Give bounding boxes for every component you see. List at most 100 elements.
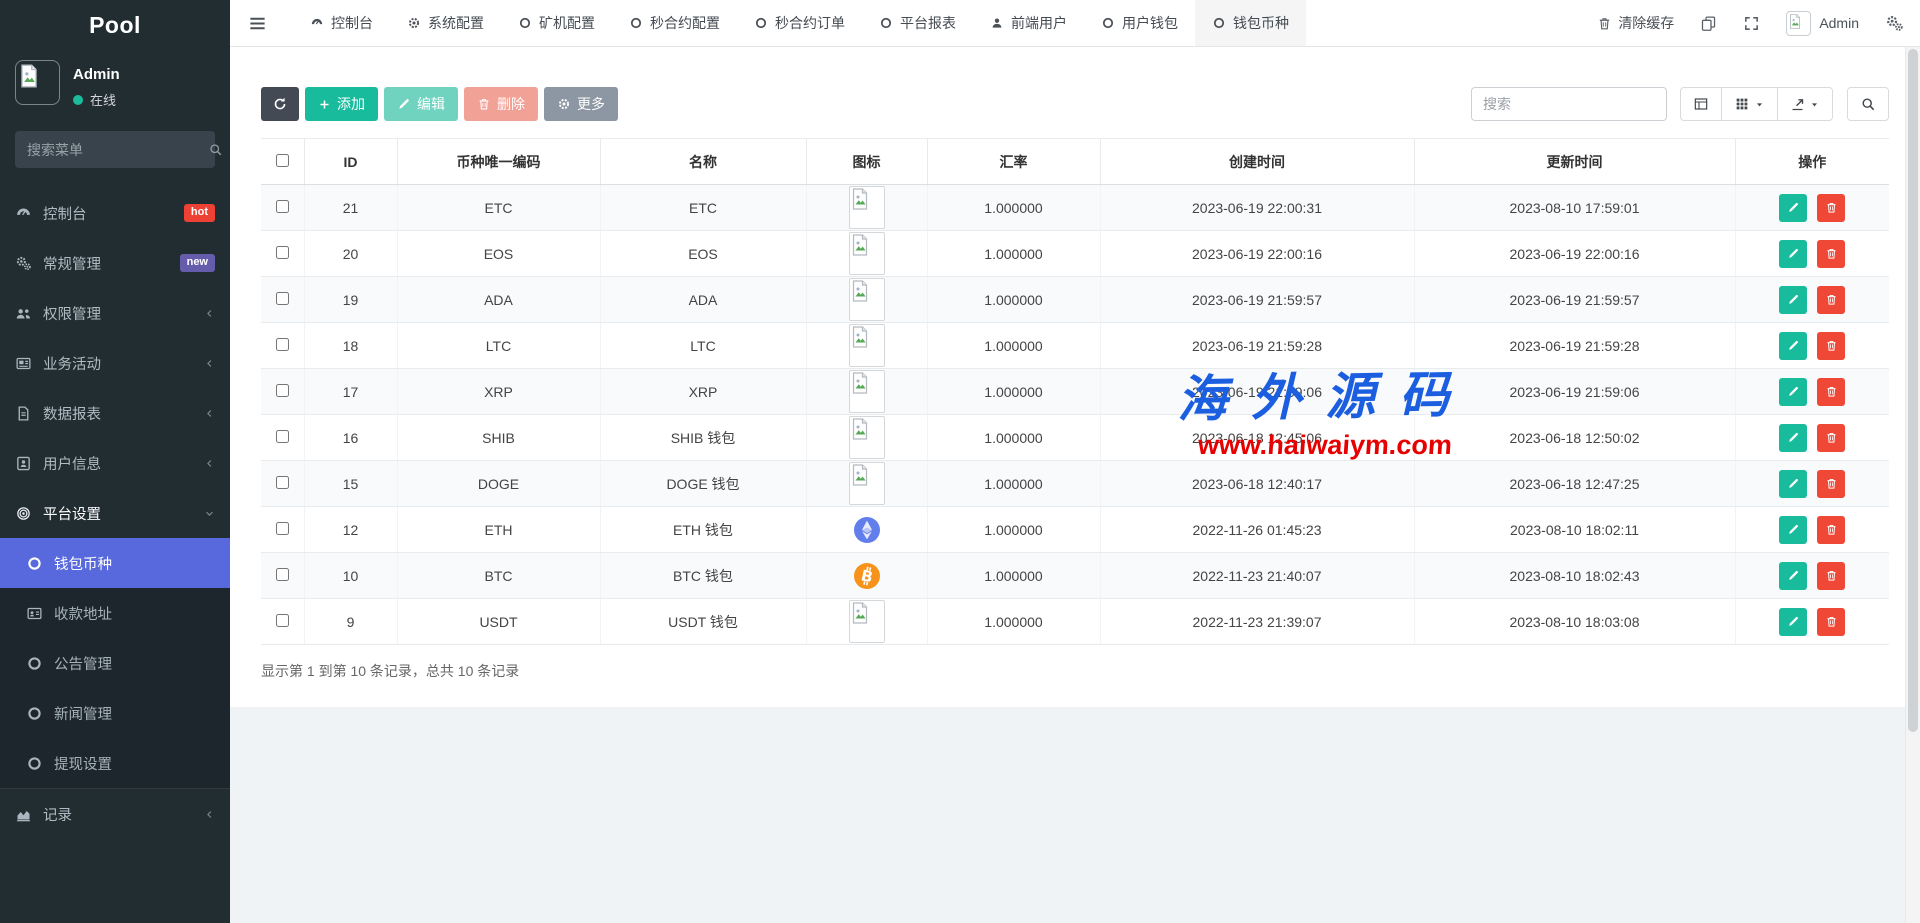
table-body: 21 ETC ETC 1.000000 2023-06-19 22:00:31 … bbox=[261, 185, 1889, 645]
columns-button[interactable] bbox=[1721, 87, 1778, 121]
delete-button[interactable] bbox=[1817, 332, 1845, 360]
list-item: 公告管理 bbox=[0, 638, 230, 688]
row-select-cell bbox=[261, 461, 304, 507]
row-checkbox[interactable] bbox=[276, 384, 289, 397]
edit-button[interactable] bbox=[1779, 562, 1807, 590]
edit-button[interactable]: 编辑 bbox=[384, 87, 458, 121]
sidebar-subitem-6-2[interactable]: 公告管理 bbox=[0, 638, 230, 688]
delete-button[interactable] bbox=[1817, 240, 1845, 268]
gauge-icon bbox=[15, 205, 32, 222]
menu-badge: new bbox=[180, 254, 215, 271]
row-checkbox[interactable] bbox=[276, 614, 289, 627]
cell-updated: 2023-08-10 18:03:08 bbox=[1414, 599, 1735, 645]
sidebar-item-0[interactable]: 控制台hot bbox=[0, 188, 230, 238]
edit-button[interactable] bbox=[1779, 240, 1807, 268]
row-checkbox[interactable] bbox=[276, 200, 289, 213]
vertical-scrollbar[interactable] bbox=[1905, 47, 1920, 923]
tab-5[interactable]: 平台报表 bbox=[862, 0, 973, 46]
cell-id: 20 bbox=[304, 231, 397, 277]
edit-button[interactable] bbox=[1779, 332, 1807, 360]
sidebar-subitem-6-4[interactable]: 提现设置 bbox=[0, 738, 230, 788]
cell-actions bbox=[1735, 553, 1889, 599]
edit-button[interactable] bbox=[1779, 378, 1807, 406]
refresh-button[interactable] bbox=[261, 87, 299, 121]
edit-button[interactable] bbox=[1779, 608, 1807, 636]
cell-code: BTC bbox=[397, 553, 600, 599]
sidebar-item-4[interactable]: 数据报表 bbox=[0, 388, 230, 438]
trash-icon bbox=[1825, 431, 1838, 444]
clear-cache-button[interactable]: 清除缓存 bbox=[1597, 13, 1674, 33]
sidebar-subitem-6-1[interactable]: 收款地址 bbox=[0, 588, 230, 638]
coin-image-placeholder bbox=[849, 232, 885, 275]
cell-actions bbox=[1735, 323, 1889, 369]
fullscreen-icon[interactable] bbox=[1743, 15, 1760, 32]
delete-button[interactable]: 删除 bbox=[464, 87, 538, 121]
sidebar-toggle-button[interactable] bbox=[230, 0, 285, 46]
cell-id: 9 bbox=[304, 599, 397, 645]
tab-label: 用户钱包 bbox=[1122, 13, 1178, 33]
edit-button[interactable] bbox=[1779, 470, 1807, 498]
table-search-input[interactable] bbox=[1471, 87, 1667, 121]
tab-7[interactable]: 用户钱包 bbox=[1084, 0, 1195, 46]
select-all-checkbox[interactable] bbox=[276, 154, 289, 167]
sidebar-search-input[interactable] bbox=[27, 142, 208, 158]
row-checkbox[interactable] bbox=[276, 338, 289, 351]
tab-8[interactable]: 钱包币种 bbox=[1195, 0, 1306, 46]
table-row: 9 USDT USDT 钱包 1.000000 2022-11-23 21:39… bbox=[261, 599, 1889, 645]
tab-0[interactable]: 控制台 bbox=[293, 0, 390, 46]
tab-3[interactable]: 秒合约配置 bbox=[612, 0, 737, 46]
edit-button[interactable] bbox=[1779, 424, 1807, 452]
sidebar-subitem-6-3[interactable]: 新闻管理 bbox=[0, 688, 230, 738]
table-row: 21 ETC ETC 1.000000 2023-06-19 22:00:31 … bbox=[261, 185, 1889, 231]
delete-button[interactable] bbox=[1817, 608, 1845, 636]
edit-button[interactable] bbox=[1779, 516, 1807, 544]
settings-gear-icon[interactable] bbox=[1885, 14, 1904, 33]
sidebar-item-5[interactable]: 用户信息 bbox=[0, 438, 230, 488]
btc-coin-icon bbox=[854, 563, 880, 589]
sidebar-item-6[interactable]: 平台设置 bbox=[0, 488, 230, 538]
row-checkbox[interactable] bbox=[276, 522, 289, 535]
sidebar-subitem-6-0[interactable]: 钱包币种 bbox=[0, 538, 230, 588]
delete-button[interactable] bbox=[1817, 378, 1845, 406]
tab-6[interactable]: 前端用户 bbox=[973, 0, 1084, 46]
tab-4[interactable]: 秒合约订单 bbox=[737, 0, 862, 46]
cell-name: DOGE 钱包 bbox=[600, 461, 806, 507]
cell-rate: 1.000000 bbox=[927, 185, 1100, 231]
delete-button[interactable] bbox=[1817, 516, 1845, 544]
cell-rate: 1.000000 bbox=[927, 277, 1100, 323]
tab-2[interactable]: 矿机配置 bbox=[501, 0, 612, 46]
cell-created: 2023-06-18 12:40:17 bbox=[1100, 461, 1414, 507]
add-button[interactable]: 添加 bbox=[305, 87, 378, 121]
sidebar-item-3[interactable]: 业务活动 bbox=[0, 338, 230, 388]
sidebar-item-2[interactable]: 权限管理 bbox=[0, 288, 230, 338]
delete-button[interactable] bbox=[1817, 562, 1845, 590]
edit-button[interactable] bbox=[1779, 194, 1807, 222]
export-button[interactable] bbox=[1777, 87, 1833, 121]
edit-button[interactable] bbox=[1779, 286, 1807, 314]
copy-icon[interactable] bbox=[1700, 15, 1717, 32]
row-checkbox[interactable] bbox=[276, 246, 289, 259]
delete-button[interactable] bbox=[1817, 286, 1845, 314]
pencil-icon bbox=[1787, 477, 1800, 490]
row-checkbox[interactable] bbox=[276, 292, 289, 305]
gear-icon bbox=[407, 16, 421, 30]
row-select-cell bbox=[261, 507, 304, 553]
sidebar: Pool Admin 在线 控制台hot 常规管理new 权限管理 bbox=[0, 0, 230, 923]
search-toggle-button[interactable] bbox=[1847, 87, 1889, 121]
sidebar-search bbox=[15, 131, 215, 168]
row-checkbox[interactable] bbox=[276, 430, 289, 443]
row-checkbox[interactable] bbox=[276, 568, 289, 581]
tab-1[interactable]: 系统配置 bbox=[390, 0, 501, 46]
sidebar-item-1[interactable]: 常规管理new bbox=[0, 238, 230, 288]
row-checkbox[interactable] bbox=[276, 476, 289, 489]
cell-actions bbox=[1735, 461, 1889, 507]
detail-view-button[interactable] bbox=[1680, 87, 1722, 121]
sidebar-item-7[interactable]: 记录 bbox=[0, 789, 230, 839]
delete-button[interactable] bbox=[1817, 424, 1845, 452]
scrollbar-thumb[interactable] bbox=[1908, 49, 1918, 732]
more-button[interactable]: 更多 bbox=[544, 87, 618, 121]
user-menu[interactable]: Admin bbox=[1786, 11, 1859, 36]
delete-button[interactable] bbox=[1817, 194, 1845, 222]
search-icon[interactable] bbox=[208, 142, 223, 157]
delete-button[interactable] bbox=[1817, 470, 1845, 498]
